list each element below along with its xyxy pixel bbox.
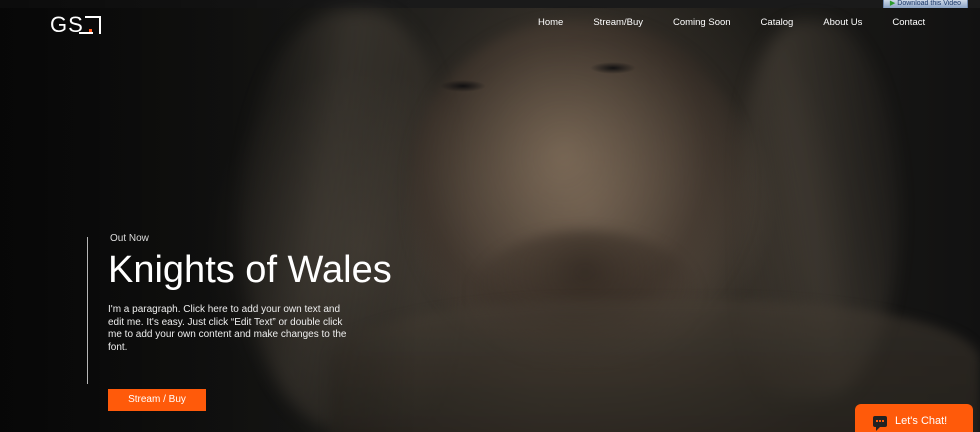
stream-buy-button[interactable]: Stream / Buy bbox=[108, 389, 206, 411]
nav-item-stream-buy[interactable]: Stream/Buy bbox=[593, 16, 643, 30]
play-icon: ▶ bbox=[889, 0, 896, 7]
lets-chat-button[interactable]: Let's Chat! bbox=[855, 404, 973, 432]
site-logo[interactable]: GS bbox=[50, 14, 101, 36]
hero-background-vignette bbox=[0, 0, 420, 432]
hero-paragraph: I'm a paragraph. Click here to add your … bbox=[108, 304, 347, 353]
main-nav: Home Stream/Buy Coming Soon Catalog Abou… bbox=[538, 16, 925, 30]
nav-item-coming-soon[interactable]: Coming Soon bbox=[673, 16, 731, 30]
download-video-tab[interactable]: ▶ Download this Video bbox=[882, 0, 968, 8]
chat-label: Let's Chat! bbox=[895, 415, 948, 427]
logo-square-icon bbox=[78, 16, 101, 34]
nav-item-contact[interactable]: Contact bbox=[892, 16, 925, 30]
chat-bubble-icon bbox=[873, 415, 887, 431]
hero-vertical-rule bbox=[87, 237, 88, 384]
hero-title: Knights of Wales bbox=[108, 249, 392, 291]
logo-dot-icon bbox=[88, 29, 92, 32]
nav-item-catalog[interactable]: Catalog bbox=[761, 16, 794, 30]
hero-background-eye-right bbox=[590, 62, 636, 74]
nav-item-about-us[interactable]: About Us bbox=[823, 16, 862, 30]
hero-eyebrow: Out Now bbox=[110, 233, 149, 244]
hero-background-eye-left bbox=[440, 80, 486, 92]
page: ▶ Download this Video GS Home Stream/Buy … bbox=[0, 0, 980, 432]
nav-item-home[interactable]: Home bbox=[538, 16, 563, 30]
download-video-label: Download this Video bbox=[897, 0, 961, 7]
